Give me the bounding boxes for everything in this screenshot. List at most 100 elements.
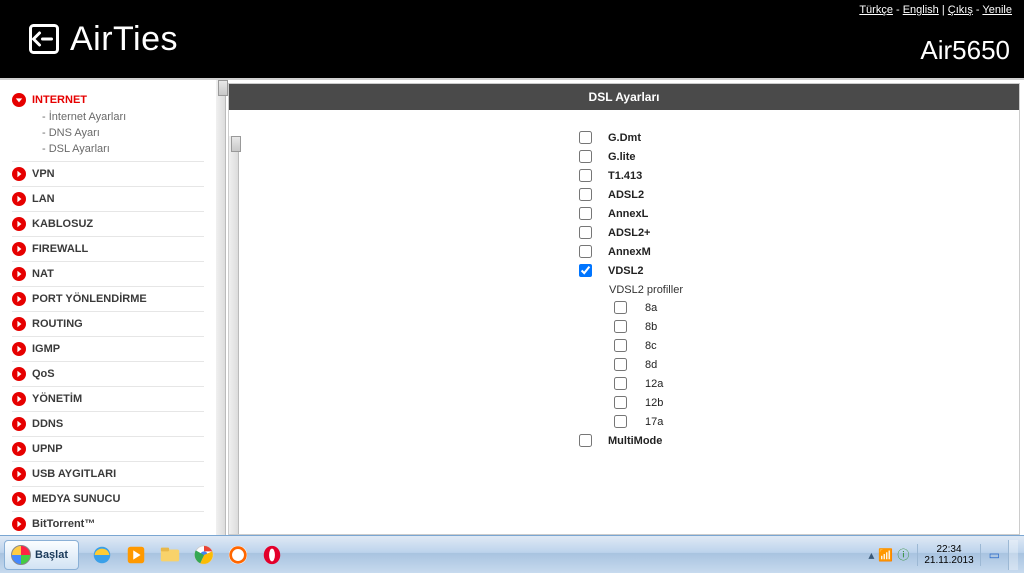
dsl-option-checkbox-gdmt[interactable] xyxy=(579,131,592,144)
dsl-option-label: ADSL2+ xyxy=(608,227,651,239)
nav-label: USB AYGITLARI xyxy=(32,468,116,480)
vdsl2-profile-row: 8a xyxy=(614,298,1019,317)
nav-item-bittorrent-[interactable]: BitTorrent™ xyxy=(12,512,204,535)
nav-subitem[interactable]: - İnternet Ayarları xyxy=(42,109,204,125)
chevron-right-icon xyxy=(12,392,26,406)
dsl-option-checkbox-annexm[interactable] xyxy=(579,245,592,258)
nav-item-port-y-nlendi-rme[interactable]: PORT YÖNLENDİRME xyxy=(12,287,204,312)
vdsl2-profile-checkbox-12b[interactable] xyxy=(614,396,627,409)
nav-item-routing[interactable]: ROUTING xyxy=(12,312,204,337)
chevron-right-icon xyxy=(12,492,26,506)
tray-expand-icon[interactable]: ▴ xyxy=(868,548,874,562)
lang-link-english[interactable]: English xyxy=(903,4,939,16)
dsl-option-checkbox-adsl2[interactable] xyxy=(579,226,592,239)
dsl-option-checkbox-t1413[interactable] xyxy=(579,169,592,182)
frame-scrollbar-left[interactable] xyxy=(216,80,226,535)
vdsl2-profile-checkbox-8a[interactable] xyxy=(614,301,627,314)
nav-subitem[interactable]: - DNS Ayarı xyxy=(42,125,204,141)
vdsl2-profile-row: 8b xyxy=(614,317,1019,336)
chevron-right-icon xyxy=(12,342,26,356)
nav-item-usb-aygitlari[interactable]: USB AYGITLARI xyxy=(12,462,204,487)
dsl-option-checkbox-vdsl2[interactable] xyxy=(579,264,592,277)
vdsl2-profile-row: 8c xyxy=(614,336,1019,355)
nav-item-vpn[interactable]: VPN xyxy=(12,162,204,187)
taskbar-chrome-icon[interactable] xyxy=(189,540,219,570)
tray-info-icon[interactable]: ⓘ xyxy=(897,546,909,563)
vdsl2-profile-row: 17a xyxy=(614,412,1019,431)
nav-item-igmp[interactable]: IGMP xyxy=(12,337,204,362)
dsl-option-checkbox-multimode[interactable] xyxy=(579,434,592,447)
dsl-option-row: ADSL2 xyxy=(579,185,1019,204)
show-desktop-button[interactable] xyxy=(1008,540,1018,570)
vdsl2-profile-checkbox-8c[interactable] xyxy=(614,339,627,352)
nav-label: QoS xyxy=(32,368,55,380)
taskbar-explorer-icon[interactable] xyxy=(155,540,185,570)
inner-frame-scrollbar[interactable] xyxy=(229,136,239,534)
dsl-option-checkbox-adsl2[interactable] xyxy=(579,188,592,201)
nav-label: UPNP xyxy=(32,443,63,455)
vdsl2-profile-checkbox-8b[interactable] xyxy=(614,320,627,333)
brand-text: AirTies xyxy=(70,20,178,59)
nav-label: DDNS xyxy=(32,418,63,430)
chevron-right-icon xyxy=(12,367,26,381)
nav-label: INTERNET xyxy=(32,94,87,106)
tray-network-icon[interactable]: 📶 xyxy=(878,548,893,562)
nav-item-lan[interactable]: LAN xyxy=(12,187,204,212)
nav-item-firewall[interactable]: FIREWALL xyxy=(12,237,204,262)
tray-clock[interactable]: 22:34 21.11.2013 xyxy=(917,544,980,566)
nav-item-internet[interactable]: INTERNET xyxy=(12,88,204,109)
vdsl2-profile-checkbox-8d[interactable] xyxy=(614,358,627,371)
nav-item-ddns[interactable]: DDNS xyxy=(12,412,204,437)
vdsl2-profile-checkbox-12a[interactable] xyxy=(614,377,627,390)
chevron-right-icon xyxy=(12,167,26,181)
nav-item-nat[interactable]: NAT xyxy=(12,262,204,287)
vdsl2-profile-label: 8c xyxy=(645,340,657,352)
taskbar-media-icon[interactable] xyxy=(121,540,151,570)
start-button[interactable]: Başlat xyxy=(4,540,79,570)
taskbar-opera-icon[interactable] xyxy=(257,540,287,570)
dsl-option-checkbox-glite[interactable] xyxy=(579,150,592,163)
tray-show-hidden-icon[interactable]: ▭ xyxy=(989,548,1000,562)
nav-label: BitTorrent™ xyxy=(32,518,95,530)
chevron-right-icon xyxy=(12,242,26,256)
nav-item-upnp[interactable]: UPNP xyxy=(12,437,204,462)
taskbar-app5-icon[interactable] xyxy=(223,540,253,570)
dsl-option-label: G.Dmt xyxy=(608,132,641,144)
dsl-option-row: AnnexL xyxy=(579,204,1019,223)
nav-item-y-neti-m[interactable]: YÖNETİM xyxy=(12,387,204,412)
tray-icons: ▴ 📶 ⓘ xyxy=(868,546,909,563)
dsl-option-label: MultiMode xyxy=(608,435,662,447)
separator: | xyxy=(939,4,948,16)
taskbar-ie-icon[interactable] xyxy=(87,540,117,570)
refresh-link[interactable]: Yenile xyxy=(982,4,1012,16)
lang-link-turkce[interactable]: Türkçe xyxy=(859,4,893,16)
language-bar: Türkçe - English | Çıkış - Yenile xyxy=(859,4,1012,16)
dsl-option-checkbox-annexl[interactable] xyxy=(579,207,592,220)
vdsl2-profile-label: 17a xyxy=(645,416,663,428)
nav-subitem[interactable]: - DSL Ayarları xyxy=(42,141,204,157)
nav-item-qos[interactable]: QoS xyxy=(12,362,204,387)
app-header: Türkçe - English | Çıkış - Yenile AirTie… xyxy=(0,0,1024,78)
nav-label: MEDYA SUNUCU xyxy=(32,493,120,505)
chevron-right-icon xyxy=(12,417,26,431)
vdsl2-profile-label: 12b xyxy=(645,397,663,409)
dsl-option-label: VDSL2 xyxy=(608,265,643,277)
vdsl2-profile-checkbox-17a[interactable] xyxy=(614,415,627,428)
system-tray: ▴ 📶 ⓘ 22:34 21.11.2013 ▭ xyxy=(868,540,1024,570)
chevron-right-icon xyxy=(12,292,26,306)
vdsl2-profile-row: 8d xyxy=(614,355,1019,374)
main-body: INTERNET - İnternet Ayarları- DNS Ayarı- … xyxy=(0,80,1024,535)
windows-taskbar: Başlat ▴ 📶 ⓘ 22:34 21.11.2013 ▭ xyxy=(0,535,1024,573)
vdsl2-profile-row: 12a xyxy=(614,374,1019,393)
nav-item-kablosuz[interactable]: KABLOSUZ xyxy=(12,212,204,237)
quick-launch xyxy=(83,540,287,570)
chevron-right-icon xyxy=(12,442,26,456)
windows-orb-icon xyxy=(11,545,31,565)
vdsl2-profile-label: 8b xyxy=(645,321,657,333)
nav-item-medya-sunucu[interactable]: MEDYA SUNUCU xyxy=(12,487,204,512)
chevron-right-icon xyxy=(12,267,26,281)
dsl-option-label: AnnexM xyxy=(608,246,651,258)
dsl-option-row: G.Dmt xyxy=(579,128,1019,147)
logout-link[interactable]: Çıkış xyxy=(948,4,973,16)
chevron-right-icon xyxy=(12,192,26,206)
